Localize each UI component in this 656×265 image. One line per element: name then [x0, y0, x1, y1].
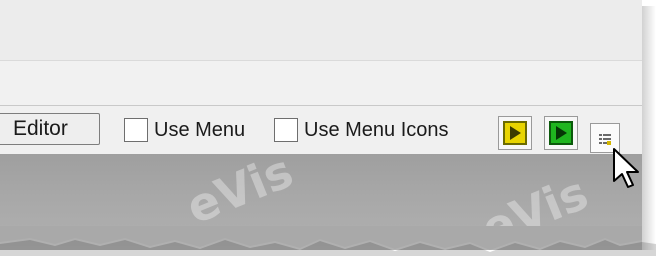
use-menu-label: Use Menu	[154, 118, 246, 141]
use-menu-icons-checkbox-row[interactable]: Use Menu Icons	[274, 115, 449, 145]
use-menu-checkbox[interactable]	[124, 118, 148, 142]
editor-button[interactable]: Editor	[0, 113, 100, 145]
torn-edge	[0, 226, 656, 256]
toolbar: Editor Use Menu Use Menu Icons	[0, 106, 642, 154]
app-window: Editor Use Menu Use Menu Icons eVis eVis	[0, 0, 642, 256]
play-green-icon	[549, 121, 573, 145]
mouse-cursor-icon	[613, 148, 639, 188]
play-yellow-icon	[503, 121, 527, 145]
window-shadow	[642, 6, 656, 250]
yellow-run-button[interactable]	[498, 116, 532, 150]
top-panel	[0, 0, 642, 60]
use-menu-icons-checkbox[interactable]	[274, 118, 298, 142]
menu-strip	[0, 60, 642, 107]
use-menu-checkbox-row[interactable]: Use Menu	[124, 115, 245, 145]
green-run-button[interactable]	[544, 116, 578, 150]
watermark-text: eVis	[178, 143, 301, 235]
use-menu-icons-label: Use Menu Icons	[304, 118, 449, 141]
